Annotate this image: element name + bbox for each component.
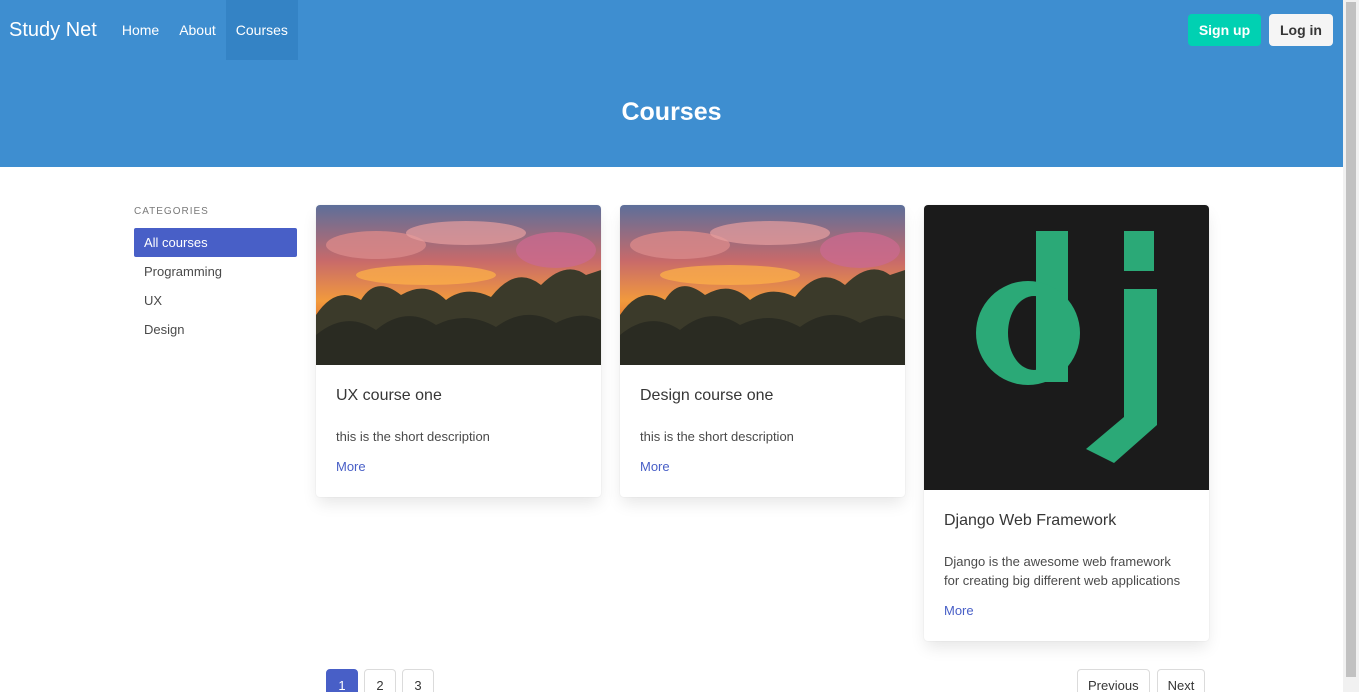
pagination-list: 1 2 3 bbox=[326, 669, 440, 692]
page-2-button[interactable]: 2 bbox=[364, 669, 396, 692]
page-1-button[interactable]: 1 bbox=[326, 669, 358, 692]
scrollbar[interactable] bbox=[1343, 0, 1359, 692]
categories-label: CATEGORIES bbox=[134, 206, 209, 217]
card-content: Django Web Framework Django is the aweso… bbox=[924, 490, 1209, 640]
pagination-nav: Previous Next bbox=[1077, 669, 1206, 692]
sidebar: CATEGORIES All courses Programming UX De… bbox=[134, 206, 297, 344]
category-all-courses[interactable]: All courses bbox=[134, 228, 297, 257]
nav-courses[interactable]: Courses bbox=[225, 0, 298, 60]
login-button[interactable]: Log in bbox=[1269, 14, 1333, 46]
navbar: Study Net Home About Courses Sign up Log… bbox=[0, 0, 1343, 60]
card-content: UX course one this is the short descript… bbox=[316, 365, 601, 496]
course-title[interactable]: Design course one bbox=[640, 387, 885, 405]
page-title: Courses bbox=[621, 98, 722, 126]
signup-button[interactable]: Sign up bbox=[1188, 14, 1261, 46]
category-design[interactable]: Design bbox=[134, 315, 297, 344]
course-card-django: Django Web Framework Django is the aweso… bbox=[924, 205, 1209, 641]
category-programming[interactable]: Programming bbox=[134, 257, 297, 286]
nav-home[interactable]: Home bbox=[112, 0, 169, 60]
course-title[interactable]: Django Web Framework bbox=[944, 512, 1189, 530]
more-link[interactable]: More bbox=[944, 603, 974, 618]
course-description: Django is the awesome web framework for … bbox=[944, 554, 1181, 588]
more-link[interactable]: More bbox=[336, 459, 366, 474]
more-link[interactable]: More bbox=[640, 459, 670, 474]
page-3-button[interactable]: 3 bbox=[402, 669, 434, 692]
navbar-end: Sign up Log in bbox=[1180, 0, 1343, 60]
course-card-ux: UX course one this is the short descript… bbox=[316, 205, 601, 497]
course-description: this is the short description bbox=[640, 429, 794, 444]
sunset-forest-image bbox=[316, 205, 601, 365]
scrollbar-thumb[interactable] bbox=[1346, 2, 1356, 677]
course-title[interactable]: UX course one bbox=[336, 387, 581, 405]
nav-about[interactable]: About bbox=[169, 0, 226, 60]
card-content: Design course one this is the short desc… bbox=[620, 365, 905, 496]
previous-button[interactable]: Previous bbox=[1077, 669, 1150, 692]
course-card-design: Design course one this is the short desc… bbox=[620, 205, 905, 497]
next-button[interactable]: Next bbox=[1156, 669, 1206, 692]
django-logo-image bbox=[924, 205, 1209, 490]
hero: Courses bbox=[0, 60, 1343, 167]
course-description: this is the short description bbox=[336, 429, 490, 444]
category-ux[interactable]: UX bbox=[134, 286, 297, 315]
brand-logo[interactable]: Study Net bbox=[0, 0, 106, 60]
sunset-forest-image bbox=[620, 205, 905, 365]
